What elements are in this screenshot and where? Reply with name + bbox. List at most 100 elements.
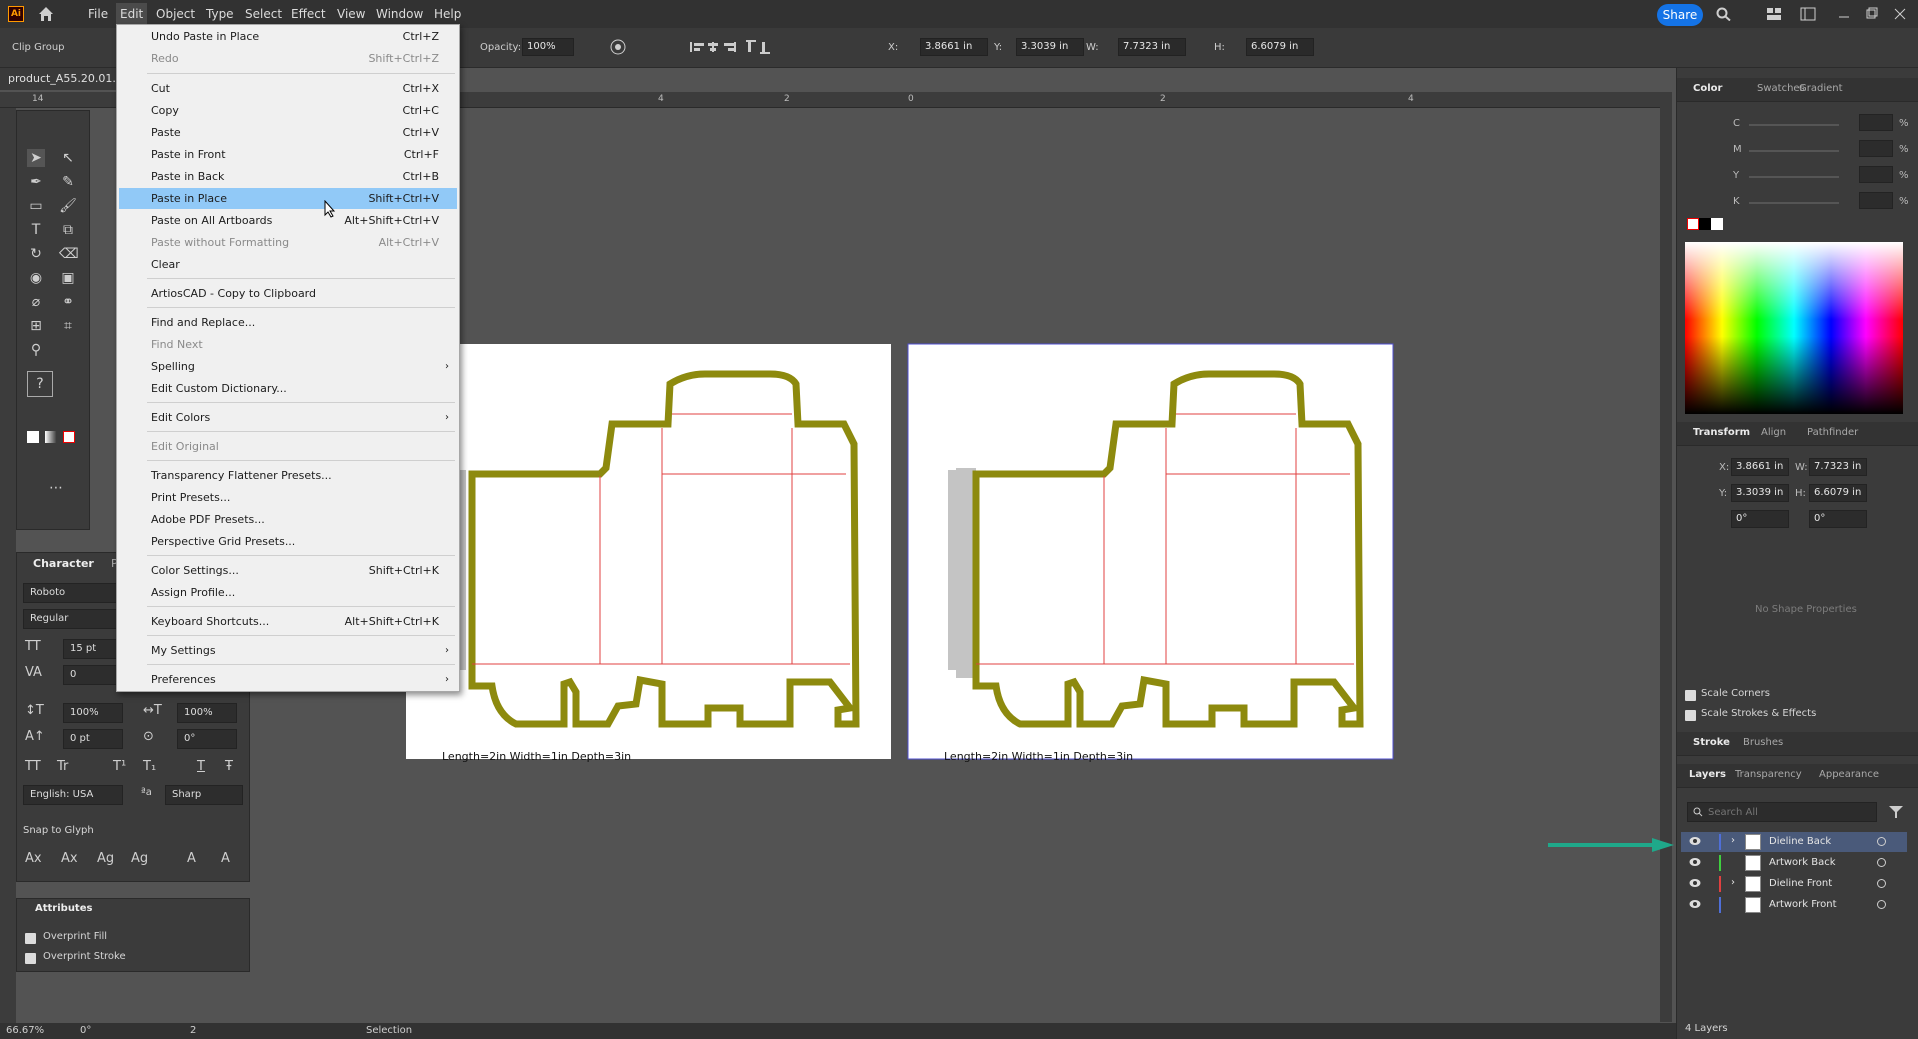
- pen-tool-icon[interactable]: ✒: [27, 173, 45, 191]
- close-icon[interactable]: [1892, 7, 1908, 21]
- fill-color-icon[interactable]: ?: [27, 371, 53, 397]
- align-icons[interactable]: [690, 40, 770, 54]
- superscript-button[interactable]: T¹: [113, 759, 126, 774]
- layer-row-artwork-front[interactable]: Artwork Front: [1681, 895, 1907, 915]
- tab-align[interactable]: Align: [1761, 427, 1786, 438]
- channel-k-slider[interactable]: [1749, 202, 1839, 204]
- channel-m-slider[interactable]: [1749, 150, 1839, 152]
- h-field[interactable]: 6.6079 in: [1246, 38, 1314, 56]
- snap-angular-icon[interactable]: A: [187, 851, 196, 866]
- transform-x-field[interactable]: 3.8661 in: [1731, 458, 1789, 476]
- channel-y-slider[interactable]: [1749, 176, 1839, 178]
- menu-item-assign-profile[interactable]: Assign Profile...: [119, 582, 457, 603]
- menu-item-paste-in-place[interactable]: Paste in Place Shift+Ctrl+V: [119, 188, 457, 209]
- eye-icon[interactable]: [1689, 857, 1701, 867]
- zoom-level[interactable]: 66.67%: [6, 1025, 44, 1036]
- menu-item-preferences[interactable]: Preferences ›: [119, 669, 457, 690]
- transform-h-field[interactable]: 6.6079 in: [1809, 484, 1867, 502]
- dieline-artwork[interactable]: [400, 340, 1400, 760]
- menu-help[interactable]: Help: [434, 7, 461, 21]
- scale-corners-checkbox[interactable]: [1685, 690, 1696, 701]
- eye-icon[interactable]: [1689, 878, 1701, 888]
- layer-target-icon[interactable]: [1877, 837, 1886, 846]
- curvature-tool-icon[interactable]: ✎: [59, 173, 77, 191]
- y-field[interactable]: 3.3039 in: [1016, 38, 1084, 56]
- menu-item-edit-colors[interactable]: Edit Colors ›: [119, 407, 457, 428]
- menu-item-paste[interactable]: Paste Ctrl+V: [119, 122, 457, 143]
- layer-row-dieline-back[interactable]: › Dieline Back: [1681, 832, 1907, 852]
- menu-item-edit-custom-dictionary[interactable]: Edit Custom Dictionary...: [119, 378, 457, 399]
- transform-rotate-field[interactable]: 0°: [1731, 510, 1789, 528]
- scale-strokes-checkbox[interactable]: [1685, 710, 1696, 721]
- menu-item-artioscad-copy[interactable]: ArtiosCAD - Copy to Clipboard: [119, 283, 457, 304]
- chevron-right-icon[interactable]: ›: [1731, 835, 1735, 846]
- layer-row-dieline-front[interactable]: › Dieline Front: [1681, 874, 1907, 894]
- menu-item-color-settings[interactable]: Color Settings... Shift+Ctrl+K: [119, 560, 457, 581]
- menu-item-clear[interactable]: Clear: [119, 254, 457, 275]
- menu-file[interactable]: File: [88, 7, 108, 21]
- layers-search-input[interactable]: [1687, 802, 1877, 822]
- snap-xheight-icon[interactable]: Ax: [61, 851, 78, 866]
- recolor-icon[interactable]: [610, 39, 626, 55]
- kerning-field[interactable]: 0: [63, 665, 123, 685]
- shape-builder-tool-icon[interactable]: ◉: [27, 269, 45, 287]
- layer-target-icon[interactable]: [1877, 900, 1886, 909]
- paintbrush-tool-icon[interactable]: 🖌: [59, 197, 77, 215]
- eye-icon[interactable]: [1689, 899, 1701, 909]
- tab-swatches[interactable]: Swatches: [1757, 83, 1805, 94]
- layer-row-artwork-back[interactable]: Artwork Back: [1681, 853, 1907, 873]
- w-field[interactable]: 7.7323 in: [1118, 38, 1186, 56]
- document-tab[interactable]: product_A55.20.01.0: [0, 68, 120, 90]
- menu-edit[interactable]: Edit: [116, 3, 148, 25]
- menu-item-my-settings[interactable]: My Settings ›: [119, 640, 457, 661]
- eraser-tool-icon[interactable]: ⌫: [59, 245, 79, 263]
- channel-m-field[interactable]: [1859, 140, 1893, 157]
- eye-icon[interactable]: [1689, 836, 1701, 846]
- menu-object[interactable]: Object: [156, 7, 195, 21]
- filter-icon[interactable]: [1889, 806, 1903, 818]
- home-icon[interactable]: [38, 6, 54, 22]
- channel-c-field[interactable]: [1859, 114, 1893, 131]
- selection-tool-icon[interactable]: ➤: [27, 149, 45, 167]
- menu-item-undo[interactable]: Undo Paste in Place Ctrl+Z: [119, 26, 457, 47]
- blend-tool-icon[interactable]: ⚭: [59, 293, 77, 311]
- menu-item-print-presets[interactable]: Print Presets...: [119, 487, 457, 508]
- rectangle-tool-icon[interactable]: ▭: [27, 197, 45, 215]
- vertical-scrollbar[interactable]: [1660, 92, 1672, 1022]
- menu-item-paste-in-front[interactable]: Paste in Front Ctrl+F: [119, 144, 457, 165]
- channel-y-field[interactable]: [1859, 166, 1893, 183]
- horizontal-scale-field[interactable]: 100%: [177, 703, 237, 723]
- artboard-number[interactable]: 2: [190, 1025, 196, 1036]
- tab-stroke[interactable]: Stroke: [1693, 737, 1730, 748]
- tab-gradient[interactable]: Gradient: [1799, 83, 1843, 94]
- none-mode-icon[interactable]: [63, 431, 75, 443]
- none-swatch[interactable]: [1687, 218, 1699, 230]
- share-button[interactable]: Share: [1657, 4, 1703, 26]
- menu-item-adobe-pdf-presets[interactable]: Adobe PDF Presets...: [119, 509, 457, 530]
- tab-transform[interactable]: Transform: [1693, 427, 1750, 438]
- underline-button[interactable]: T: [197, 759, 205, 774]
- layer-target-icon[interactable]: [1877, 879, 1886, 888]
- subscript-button[interactable]: T₁: [143, 759, 156, 774]
- transform-w-field[interactable]: 7.7323 in: [1809, 458, 1867, 476]
- menu-view[interactable]: View: [337, 7, 365, 21]
- small-caps-button[interactable]: Tr: [57, 759, 68, 774]
- restore-icon[interactable]: [1864, 7, 1880, 21]
- gradient-tool-icon[interactable]: ▣: [59, 269, 77, 287]
- arrange-documents-icon[interactable]: [1766, 7, 1782, 21]
- search-icon[interactable]: [1716, 7, 1732, 21]
- overprint-stroke-checkbox[interactable]: [25, 953, 36, 964]
- vertical-scale-field[interactable]: 100%: [63, 703, 123, 723]
- tab-pathfinder[interactable]: Pathfinder: [1807, 427, 1858, 438]
- x-field[interactable]: 3.8661 in: [920, 38, 988, 56]
- baseline-shift-field[interactable]: 0 pt: [63, 729, 123, 749]
- channel-k-field[interactable]: [1859, 192, 1893, 209]
- view-rotation[interactable]: 0°: [80, 1025, 91, 1036]
- snap-anchor-icon[interactable]: A: [221, 851, 230, 866]
- opacity-field[interactable]: 100%: [522, 38, 574, 56]
- tab-color[interactable]: Color: [1693, 83, 1722, 94]
- snap-glyph-bounds-icon[interactable]: Ag: [97, 851, 114, 866]
- eyedropper-tool-icon[interactable]: ⌀: [27, 293, 45, 311]
- rotate-tool-icon[interactable]: ↻: [27, 245, 45, 263]
- direct-selection-tool-icon[interactable]: ↖: [59, 149, 77, 167]
